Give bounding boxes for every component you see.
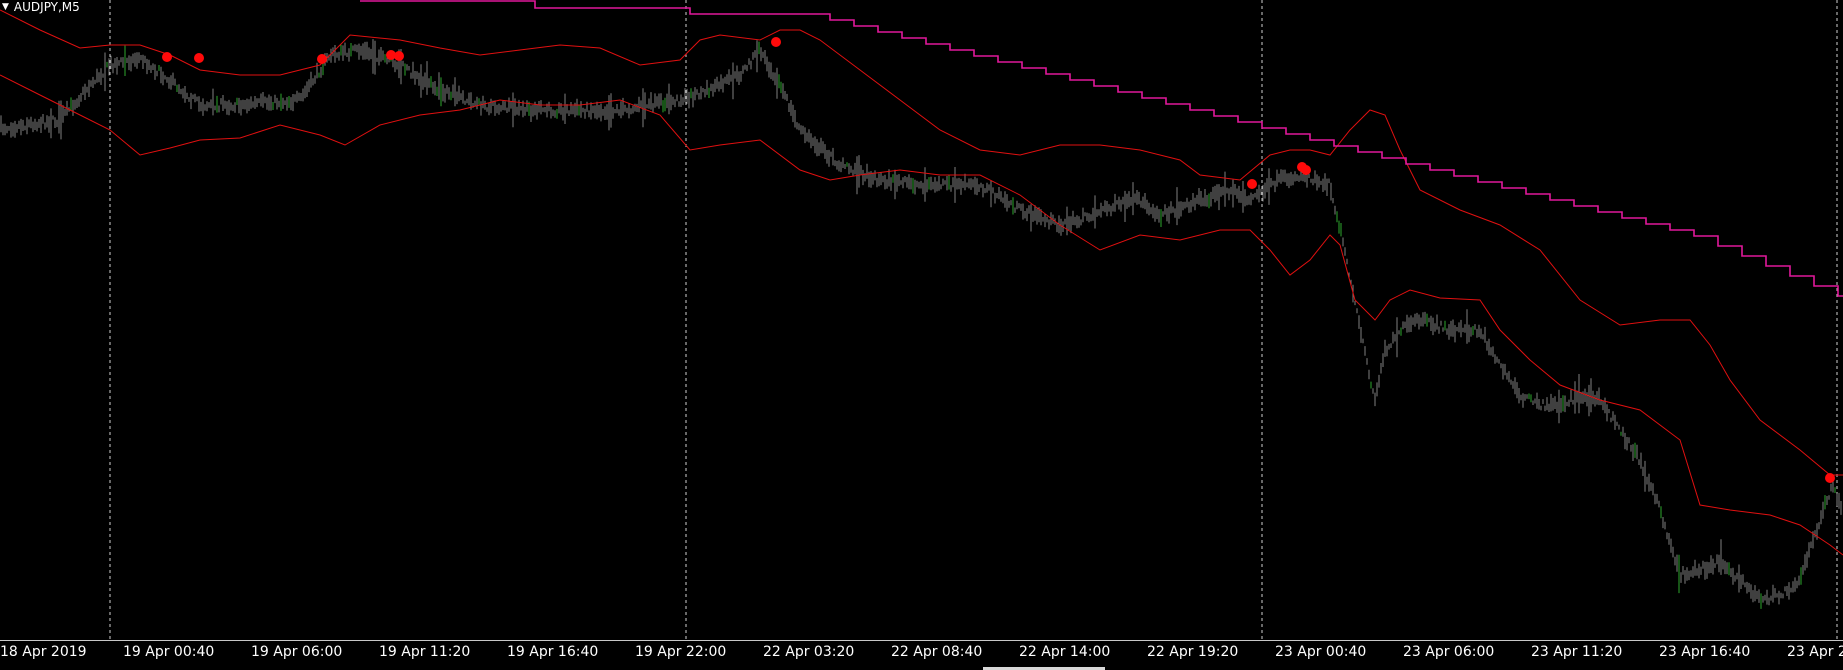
time-label: 18 Apr 2019 [0, 644, 87, 660]
signal-dot [1247, 179, 1257, 189]
signal-dot [1825, 473, 1835, 483]
day-separators [109, 0, 1838, 640]
time-label: 22 Apr 14:00 [1019, 644, 1111, 660]
price-plot[interactable] [0, 0, 1843, 640]
time-label: 23 Apr 16:40 [1659, 644, 1751, 660]
signal-dot [1301, 165, 1311, 175]
time-label: 19 Apr 16:40 [507, 644, 599, 660]
time-label: 19 Apr 00:40 [123, 644, 215, 660]
signal-dot [162, 52, 172, 62]
axis-line [0, 640, 1843, 641]
time-label: 19 Apr 06:00 [251, 644, 343, 660]
time-label: 22 Apr 03:20 [763, 644, 855, 660]
time-label: 23 Apr 11:20 [1531, 644, 1623, 660]
signal-dot [394, 51, 404, 61]
time-label: 22 Apr 19:20 [1147, 644, 1239, 660]
triangle-down-icon[interactable]: ▼ [2, 2, 9, 12]
price-bars [0, 39, 1842, 609]
time-label: 23 Apr 21: [1787, 644, 1843, 660]
signal-dot [194, 53, 204, 63]
time-axis: 18 Apr 2019 19 Apr 00:40 19 Apr 06:00 19… [0, 640, 1843, 670]
time-label: 19 Apr 11:20 [379, 644, 471, 660]
step-trailing-line [360, 0, 1843, 297]
time-label: 22 Apr 08:40 [891, 644, 983, 660]
symbol-header[interactable]: ▼ AUDJPY,M5 [2, 0, 80, 14]
symbol-label: AUDJPY,M5 [13, 0, 80, 14]
time-label: 19 Apr 22:00 [635, 644, 727, 660]
time-label: 23 Apr 00:40 [1275, 644, 1367, 660]
time-label: 23 Apr 06:00 [1403, 644, 1495, 660]
lower-band-line [0, 74, 1843, 556]
chart-window[interactable]: ▼ AUDJPY,M5 18 Apr 2019 19 Apr 00:40 19 … [0, 0, 1843, 670]
signal-dot [317, 54, 327, 64]
signal-dot [771, 37, 781, 47]
signal-dots [162, 37, 1835, 483]
